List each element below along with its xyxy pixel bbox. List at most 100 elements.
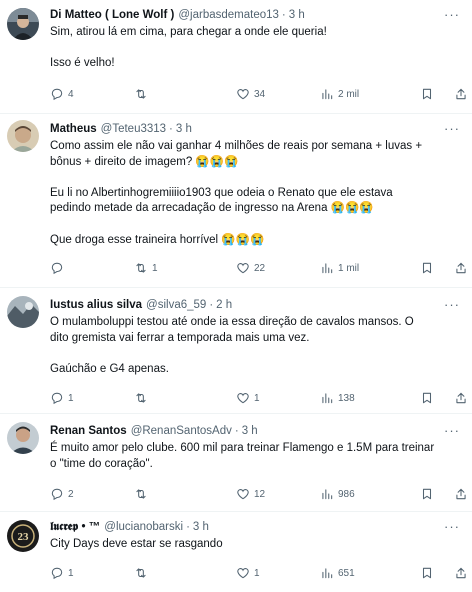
tweet-actions: 4 34 2 mil (50, 86, 466, 102)
tweet-header: Matheus @Teteu3313 · 3 h (50, 122, 462, 137)
more-options-icon[interactable]: ··· (444, 423, 460, 438)
timestamp[interactable]: 3 h (176, 122, 192, 137)
share-button[interactable] (454, 486, 472, 502)
author-name[interactable]: Renan Santos (50, 424, 127, 439)
avatar-image (7, 8, 39, 40)
retweet-icon (136, 489, 146, 499)
retweet-button[interactable] (134, 565, 152, 581)
tweet[interactable]: 23 𝖑𝖚𝖈𝖗𝖊𝖕 • ™ @lucianobarski · 3 h ··· C… (0, 512, 472, 592)
reply-button[interactable]: 2 (50, 486, 74, 502)
avatar-image (7, 422, 39, 454)
views-count: 651 (338, 567, 355, 579)
more-options-icon[interactable]: ··· (444, 519, 460, 534)
separator-dot: · (209, 299, 214, 311)
author-handle[interactable]: @Teteu3313 (101, 122, 166, 137)
reply-count: 4 (68, 88, 74, 100)
views-button[interactable]: 1 mil (320, 260, 359, 276)
tweet-line: É muito amor pelo clube. 600 mil para tr… (50, 442, 435, 454)
author-name[interactable]: Di Matteo ( Lone Wolf ) (50, 8, 174, 23)
reply-button[interactable]: 1 (50, 565, 74, 581)
views-icon (322, 89, 333, 100)
bookmark-button[interactable] (420, 390, 438, 406)
like-button[interactable]: 12 (236, 486, 265, 502)
retweet-icon (136, 89, 146, 99)
more-options-icon[interactable]: ··· (444, 7, 460, 22)
avatar[interactable] (7, 422, 39, 454)
like-count: 12 (254, 488, 266, 500)
retweet-icon (136, 568, 146, 578)
tweet-line: Gaúchão e G4 apenas. (50, 362, 169, 375)
reply-count: 1 (68, 567, 74, 579)
author-handle[interactable]: @lucianobarski (104, 520, 183, 535)
bookmark-button[interactable] (420, 260, 438, 276)
share-icon (456, 488, 466, 500)
heart-icon (237, 393, 249, 404)
author-handle[interactable]: @jarbasdemateo13 (178, 8, 279, 23)
share-icon (456, 392, 466, 404)
reply-button[interactable]: 1 (50, 390, 74, 406)
like-button[interactable]: 22 (236, 260, 265, 276)
avatar[interactable]: 23 (7, 520, 39, 552)
tweet-actions: 1 22 1 mil (50, 260, 466, 276)
views-button[interactable]: 651 (320, 565, 355, 581)
retweet-button[interactable] (134, 390, 152, 406)
more-options-icon[interactable]: ··· (444, 121, 460, 136)
tweet-line: pedindo metade da arrecadação de ingress… (50, 202, 374, 215)
like-button[interactable]: 34 (236, 86, 265, 102)
timestamp[interactable]: 3 h (242, 424, 258, 439)
separator-dot: · (281, 9, 286, 21)
share-button[interactable] (454, 86, 472, 102)
tweet-line: Isso é velho! (50, 57, 115, 70)
tweet-text: City Days deve estar se rasgando (50, 537, 462, 553)
tweet[interactable]: Di Matteo ( Lone Wolf ) @jarbasdemateo13… (0, 0, 472, 114)
views-count: 138 (338, 392, 355, 404)
views-button[interactable]: 2 mil (320, 86, 359, 102)
avatar-image (7, 296, 39, 328)
avatar[interactable] (7, 8, 39, 40)
tweet-actions: 1 1 651 (50, 565, 466, 581)
bookmark-button[interactable] (420, 486, 438, 502)
share-button[interactable] (454, 565, 472, 581)
share-button[interactable] (454, 260, 472, 276)
avatar[interactable] (7, 120, 39, 152)
bookmark-icon (422, 392, 432, 404)
like-button[interactable]: 1 (236, 565, 260, 581)
share-icon (456, 262, 466, 274)
like-button[interactable]: 1 (236, 390, 260, 406)
bookmark-button[interactable] (420, 86, 438, 102)
bookmark-button[interactable] (420, 565, 438, 581)
more-options-icon[interactable]: ··· (444, 297, 460, 312)
reply-button[interactable] (50, 260, 68, 276)
reply-icon (51, 392, 63, 405)
tweet-text: Como assim ele não vai ganhar 4 milhões … (50, 139, 462, 248)
retweet-button[interactable] (134, 486, 152, 502)
author-name[interactable]: Iustus alius silva (50, 298, 142, 313)
tweet[interactable]: Matheus @Teteu3313 · 3 h ··· Como assim … (0, 114, 472, 288)
author-handle[interactable]: @RenanSantosAdv (131, 424, 232, 439)
retweet-button[interactable] (134, 86, 152, 102)
tweet[interactable]: Renan Santos @RenanSantosAdv · 3 h ··· É… (0, 414, 472, 512)
views-button[interactable]: 138 (320, 390, 355, 406)
tweet[interactable]: Iustus alius silva @silva6_59 · 2 h ··· … (0, 288, 472, 414)
bookmark-icon (422, 88, 432, 100)
views-icon (322, 393, 333, 404)
views-count: 2 mil (338, 88, 360, 100)
share-button[interactable] (454, 390, 472, 406)
views-button[interactable]: 986 (320, 486, 355, 502)
author-name[interactable]: Matheus (50, 122, 97, 137)
reply-icon (51, 488, 63, 501)
timestamp[interactable]: 3 h (193, 520, 209, 535)
avatar-image (7, 120, 39, 152)
tweet-line: Como assim ele não vai ganhar 4 milhões … (50, 140, 423, 152)
tweet-line: dito gremista vai ferrar a temporada mai… (50, 331, 310, 344)
avatar[interactable] (7, 296, 39, 328)
author-handle[interactable]: @silva6_59 (146, 298, 206, 313)
retweet-button[interactable]: 1 (134, 260, 158, 276)
views-icon (322, 263, 333, 274)
timestamp[interactable]: 3 h (289, 8, 305, 23)
timestamp[interactable]: 2 h (216, 298, 232, 313)
reply-button[interactable]: 4 (50, 86, 74, 102)
bookmark-icon (422, 262, 432, 274)
tweet-actions: 2 12 986 (50, 486, 466, 502)
author-name[interactable]: 𝖑𝖚𝖈𝖗𝖊𝖕 • ™ (50, 520, 100, 535)
